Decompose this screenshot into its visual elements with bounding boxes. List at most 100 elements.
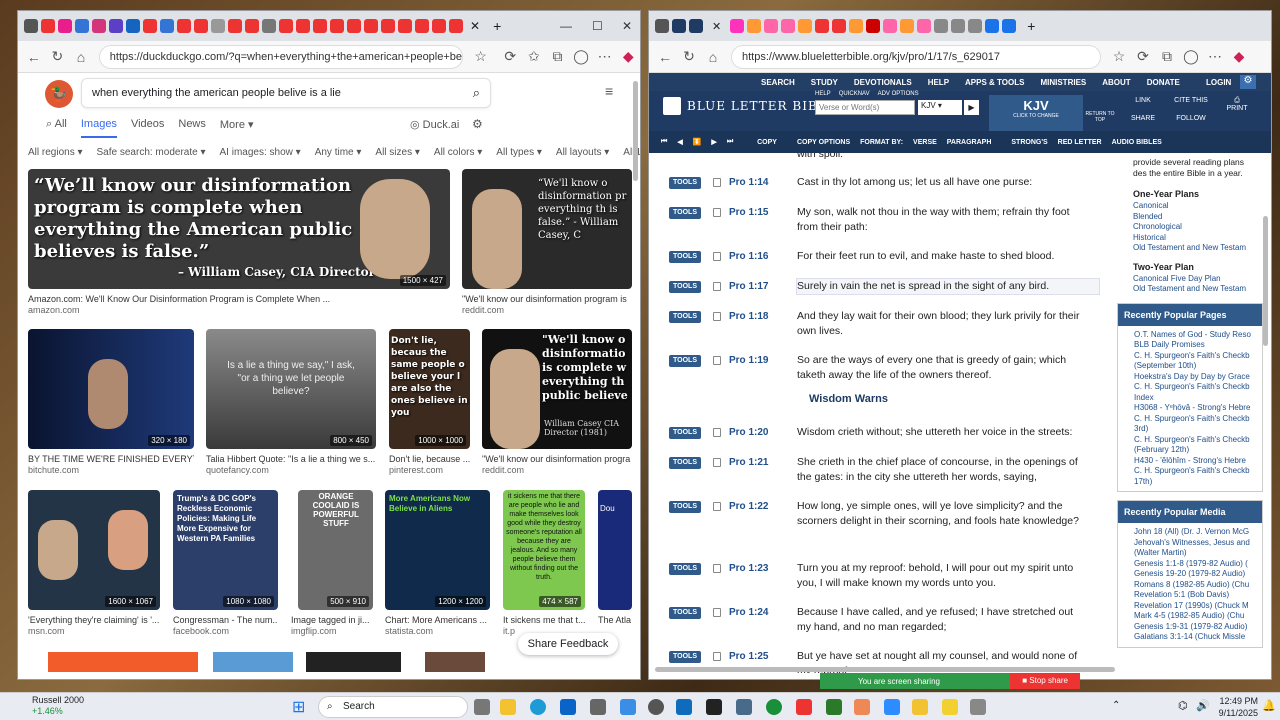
cite-this-button[interactable]: CITE THIS xyxy=(1169,97,1213,104)
menu-icon[interactable]: ⋯ xyxy=(1203,48,1227,65)
image-source[interactable]: pinterest.com xyxy=(389,465,443,475)
camera-icon[interactable] xyxy=(590,699,606,715)
tab-all[interactable]: ⌕ All xyxy=(46,118,67,138)
copy-verse-icon[interactable] xyxy=(713,608,721,617)
red-letter-toggle[interactable]: RED LETTER xyxy=(1058,139,1102,146)
tab-favicon[interactable] xyxy=(849,19,864,33)
image-caption[interactable]: Congressman - The num... xyxy=(173,615,278,625)
image-caption[interactable]: "We'll know our disinformation program i… xyxy=(462,294,632,304)
reading-plan-link[interactable]: Chronological xyxy=(1117,222,1263,233)
task-view-icon[interactable] xyxy=(474,699,490,715)
copy-verse-icon[interactable] xyxy=(713,356,721,365)
tab-favicon[interactable] xyxy=(160,19,174,33)
close-tab-icon[interactable]: ✕ xyxy=(470,19,480,33)
popular-media-link[interactable]: John 18 (All) (Dr. J. Vernon McG xyxy=(1118,527,1262,538)
favorite-icon[interactable]: ☆ xyxy=(1107,48,1131,65)
tab-favicon[interactable] xyxy=(143,19,157,33)
popular-page-link[interactable]: O.T. Names of God - Study Reso xyxy=(1118,330,1262,341)
reading-plan-link[interactable]: Canonical xyxy=(1117,201,1263,212)
tab-favicon[interactable] xyxy=(211,19,225,33)
audio-bibles-button[interactable]: AUDIO BIBLES xyxy=(1112,139,1162,146)
duck-ai-button[interactable]: ◎ Duck.ai xyxy=(410,118,459,131)
tab-favicon[interactable] xyxy=(245,19,259,33)
popular-page-link[interactable]: H3068 - Yᵉhōvâ - Strong's Hebre xyxy=(1118,403,1262,414)
copy-verse-icon[interactable] xyxy=(713,458,721,467)
image-source[interactable]: statista.com xyxy=(385,626,433,636)
app-icon[interactable] xyxy=(736,699,752,715)
last-icon[interactable]: ⏭ xyxy=(727,138,733,146)
copy-verse-icon[interactable] xyxy=(713,502,721,511)
menu-donate[interactable]: DONATE xyxy=(1147,78,1180,87)
popular-page-link[interactable]: C. H. Spurgeon's Faith's Checkb xyxy=(1118,382,1262,393)
search-icon[interactable]: ⌕ xyxy=(473,85,480,101)
app-icon[interactable] xyxy=(676,699,692,715)
chapter-icon[interactable]: ⏬ xyxy=(693,138,702,146)
tab-favicon[interactable] xyxy=(832,19,847,33)
popular-page-link[interactable]: BLB Daily Promises xyxy=(1118,340,1262,351)
verse-reference[interactable]: Pro 1:24 xyxy=(729,607,768,618)
image-result[interactable]: “We’ll know our disinformation program i… xyxy=(28,169,450,289)
url-field[interactable]: https://duckduckgo.com/?q=when+everythin… xyxy=(98,44,463,69)
notification-icon[interactable]: 🔔 xyxy=(1262,699,1276,712)
refresh-icon[interactable]: ↻ xyxy=(46,48,70,65)
filter-time[interactable]: Any time ▾ xyxy=(315,147,362,158)
tools-button[interactable]: TOOLS xyxy=(669,251,701,263)
follow-button[interactable]: FOLLOW xyxy=(1169,115,1213,122)
settings-icon[interactable] xyxy=(648,699,664,715)
new-tab-icon[interactable]: + xyxy=(1027,18,1035,34)
image-source[interactable]: bitchute.com xyxy=(28,465,79,475)
popular-page-link[interactable]: Hoekstra's Day by Day by Grace xyxy=(1118,372,1262,383)
favorite-icon[interactable]: ☆ xyxy=(469,48,493,65)
tools-button[interactable]: TOOLS xyxy=(669,281,701,293)
verse-search-input[interactable] xyxy=(815,100,915,115)
image-caption[interactable]: The Atla xyxy=(598,615,632,625)
horizontal-scrollbar[interactable] xyxy=(655,667,1115,672)
tools-button[interactable]: TOOLS xyxy=(669,501,701,513)
image-source[interactable]: it.p xyxy=(503,626,515,636)
copilot-icon[interactable]: ◆ xyxy=(616,48,640,65)
popular-page-link[interactable]: C. H. Spurgeon's Faith's Checkb xyxy=(1118,435,1262,446)
kjv-change-button[interactable]: KJV CLICK TO CHANGE xyxy=(989,95,1083,131)
tools-button[interactable]: TOOLS xyxy=(669,457,701,469)
verse-reference[interactable]: Pro 1:21 xyxy=(729,457,768,468)
minimize-icon[interactable]: — xyxy=(560,19,572,33)
tab-favicon[interactable] xyxy=(194,19,208,33)
search-go-button[interactable]: ▶ xyxy=(964,100,979,115)
tab-favicon[interactable] xyxy=(330,19,344,33)
menu-apps-tools[interactable]: APPS & TOOLS xyxy=(965,78,1024,87)
profile-icon[interactable]: ◯ xyxy=(569,48,593,65)
tab-favicon[interactable] xyxy=(798,19,813,33)
tab-favicon[interactable] xyxy=(126,19,140,33)
tab-favicon[interactable] xyxy=(917,19,932,33)
tab-favicon[interactable] xyxy=(449,19,463,33)
copilot-icon[interactable]: ◆ xyxy=(1227,48,1251,65)
tab-favicon[interactable] xyxy=(347,19,361,33)
scrollbar[interactable] xyxy=(633,81,638,181)
image-result[interactable]: Is a lie a thing we say," I ask, "or a t… xyxy=(206,329,376,449)
verse-reference[interactable]: Pro 1:17 xyxy=(729,281,768,292)
tools-button[interactable]: TOOLS xyxy=(669,607,701,619)
refresh-icon[interactable]: ↻ xyxy=(677,48,701,65)
image-result[interactable]: 1600 × 1067 xyxy=(28,490,160,610)
search-box[interactable]: when everything the american people beli… xyxy=(81,78,491,108)
popular-page-link[interactable]: Index xyxy=(1118,393,1262,404)
tab-more[interactable]: More ▾ xyxy=(220,118,254,138)
app-icon[interactable] xyxy=(796,699,812,715)
popular-page-link[interactable]: H430 - 'ĕlōhîm - Strong's Hebre xyxy=(1118,456,1262,467)
popular-page-link[interactable]: (February 12th) xyxy=(1118,445,1262,456)
next-icon[interactable]: ▶ xyxy=(711,138,716,146)
image-caption[interactable]: Amazon.com: We'll Know Our Disinformatio… xyxy=(28,294,448,304)
outlook-icon[interactable] xyxy=(560,699,576,715)
image-caption[interactable]: BY THE TIME WE'RE FINISHED EVERYT... xyxy=(28,454,194,464)
url-field[interactable]: https://www.blueletterbible.org/kjv/pro/… xyxy=(731,44,1101,69)
app-icon[interactable] xyxy=(912,699,928,715)
popular-media-link[interactable]: Romans 8 (1982-85 Audio) (Chu xyxy=(1118,580,1262,591)
verse-reference[interactable]: Pro 1:14 xyxy=(729,177,768,188)
verse-reference[interactable]: Pro 1:16 xyxy=(729,251,768,262)
tools-button[interactable]: TOOLS xyxy=(669,563,701,575)
tab-favicon[interactable] xyxy=(58,19,72,33)
reading-plan-link[interactable]: Blended xyxy=(1117,212,1263,223)
back-icon[interactable]: ← xyxy=(653,49,677,65)
tools-button[interactable]: TOOLS xyxy=(669,207,701,219)
image-source[interactable]: imgflip.com xyxy=(291,626,337,636)
